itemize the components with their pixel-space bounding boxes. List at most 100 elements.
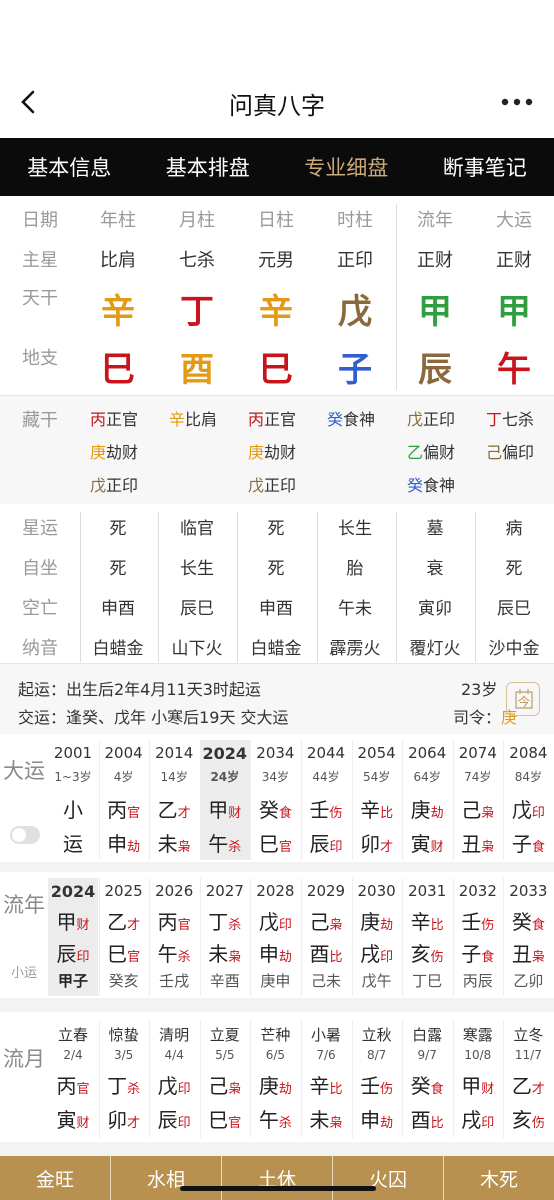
ganzhi-cell[interactable]: 丙官 [99,794,149,823]
dayun-year[interactable]: 2001 [48,744,98,762]
ganzhi-cell[interactable]: 丑枭 [503,938,553,967]
ganzhi-cell[interactable]: 寅财 [48,1104,98,1133]
ganzhi-cell[interactable]: 子食 [453,938,503,967]
heavenly-stem[interactable]: 辛 [236,284,316,333]
ganzhi-cell[interactable]: 戌印 [453,1104,503,1133]
ganzhi-cell[interactable]: 亥伤 [503,1104,553,1133]
ganzhi-cell[interactable]: 庚劫 [402,794,452,823]
solar-term[interactable]: 立秋 [352,1024,402,1045]
dayun-year[interactable]: 2064 [402,744,452,762]
ganzhi-cell[interactable]: 亥伤 [402,938,452,967]
ganzhi-cell[interactable]: 甲财 [200,794,250,823]
heavenly-stem[interactable]: 戊 [315,284,395,333]
ganzhi-cell[interactable]: 癸食 [402,1070,452,1099]
liunian-year[interactable]: 2030 [352,882,402,900]
earthly-branch[interactable]: 辰 [395,342,475,391]
solar-term[interactable]: 白露 [402,1024,452,1045]
ganzhi-cell[interactable]: 酉比 [301,938,351,967]
heavenly-stem[interactable]: 甲 [395,284,475,333]
ganzhi-cell[interactable]: 子食 [503,828,553,857]
liunian-year[interactable]: 2024 [48,882,98,901]
ganzhi-cell[interactable]: 丁杀 [200,906,250,935]
solar-term[interactable]: 寒露 [453,1024,503,1045]
wuxing-fire[interactable]: 火囚 [333,1156,444,1200]
solar-term[interactable]: 立夏 [200,1024,250,1045]
ganzhi-cell[interactable]: 寅财 [402,828,452,857]
ganzhi-cell[interactable]: 辰印 [149,1104,199,1133]
tab-notes[interactable]: 断事笔记 [416,138,554,196]
ganzhi-cell[interactable]: 辰印 [301,828,351,857]
ganzhi-cell[interactable]: 运 [48,828,98,857]
earthly-branch[interactable]: 午 [474,342,554,391]
dayun-year[interactable]: 2054 [352,744,402,762]
dayun-year[interactable]: 2074 [453,744,503,762]
ganzhi-cell[interactable]: 小 [48,794,98,823]
dayun-year[interactable]: 2084 [503,744,553,762]
heavenly-stem[interactable]: 辛 [78,284,158,333]
ganzhi-cell[interactable]: 癸食 [250,794,300,823]
ganzhi-cell[interactable]: 午杀 [250,1104,300,1133]
ganzhi-cell[interactable]: 丑枭 [453,828,503,857]
liunian-year[interactable]: 2027 [200,882,250,900]
dayun-year[interactable]: 2034 [250,744,300,762]
dayun-year[interactable]: 2044 [301,744,351,762]
ganzhi-cell[interactable]: 巳官 [200,1104,250,1133]
earthly-branch[interactable]: 巳 [78,342,158,391]
liunian-year[interactable]: 2031 [402,882,452,900]
ganzhi-cell[interactable]: 未枭 [200,938,250,967]
ganzhi-cell[interactable]: 未枭 [149,828,199,857]
ganzhi-cell[interactable]: 巳官 [99,938,149,967]
ganzhi-cell[interactable]: 戊印 [250,906,300,935]
ganzhi-cell[interactable]: 卯才 [352,828,402,857]
liunian-year[interactable]: 2028 [250,882,300,900]
tab-pro-detail[interactable]: 专业细盘 [277,138,416,196]
ganzhi-cell[interactable]: 壬伤 [453,906,503,935]
earthly-branch[interactable]: 酉 [157,342,237,391]
earthly-branch[interactable]: 巳 [236,342,316,391]
ganzhi-cell[interactable]: 乙才 [99,906,149,935]
ganzhi-cell[interactable]: 申劫 [99,828,149,857]
ganzhi-cell[interactable]: 丙官 [149,906,199,935]
ganzhi-cell[interactable]: 戊印 [149,1070,199,1099]
liunian-year[interactable]: 2033 [503,882,553,900]
more-options-icon[interactable] [500,92,534,112]
ganzhi-cell[interactable]: 戊印 [503,794,553,823]
ganzhi-cell[interactable]: 庚劫 [250,1070,300,1099]
ganzhi-cell[interactable]: 辛比 [402,906,452,935]
ganzhi-cell[interactable]: 午杀 [149,938,199,967]
ganzhi-cell[interactable]: 丁杀 [99,1070,149,1099]
wuxing-earth[interactable]: 土休 [222,1156,333,1200]
wuxing-metal[interactable]: 金旺 [0,1156,111,1200]
heavenly-stem[interactable]: 丁 [157,284,237,333]
ganzhi-cell[interactable]: 乙才 [503,1070,553,1099]
tab-basic-chart[interactable]: 基本排盘 [139,138,278,196]
dayun-year[interactable]: 2024 [200,744,250,763]
ganzhi-cell[interactable]: 庚劫 [352,906,402,935]
heavenly-stem[interactable]: 甲 [474,284,554,333]
solar-term[interactable]: 立冬 [503,1024,553,1045]
dayun-year[interactable]: 2014 [149,744,199,762]
ganzhi-cell[interactable]: 申劫 [352,1104,402,1133]
ganzhi-cell[interactable]: 辛比 [301,1070,351,1099]
ganzhi-cell[interactable]: 卯才 [99,1104,149,1133]
ganzhi-cell[interactable]: 午杀 [200,828,250,857]
liunian-year[interactable]: 2032 [453,882,503,900]
solar-term[interactable]: 清明 [149,1024,199,1045]
calendar-today-icon[interactable]: 今 [506,682,540,716]
ganzhi-cell[interactable]: 甲财 [453,1070,503,1099]
ganzhi-cell[interactable]: 酉比 [402,1104,452,1133]
ganzhi-cell[interactable]: 己枭 [301,906,351,935]
solar-term[interactable]: 小暑 [301,1024,351,1045]
solar-term[interactable]: 惊蛰 [99,1024,149,1045]
ganzhi-cell[interactable]: 丙官 [48,1070,98,1099]
ganzhi-cell[interactable]: 巳官 [250,828,300,857]
earthly-branch[interactable]: 子 [315,342,395,391]
liunian-year[interactable]: 2025 [99,882,149,900]
ganzhi-cell[interactable]: 壬伤 [301,794,351,823]
ganzhi-cell[interactable]: 戌印 [352,938,402,967]
ganzhi-cell[interactable]: 申劫 [250,938,300,967]
liunian-year[interactable]: 2026 [149,882,199,900]
ganzhi-cell[interactable]: 乙才 [149,794,199,823]
solar-term[interactable]: 立春 [48,1024,98,1045]
ganzhi-cell[interactable]: 己枭 [453,794,503,823]
